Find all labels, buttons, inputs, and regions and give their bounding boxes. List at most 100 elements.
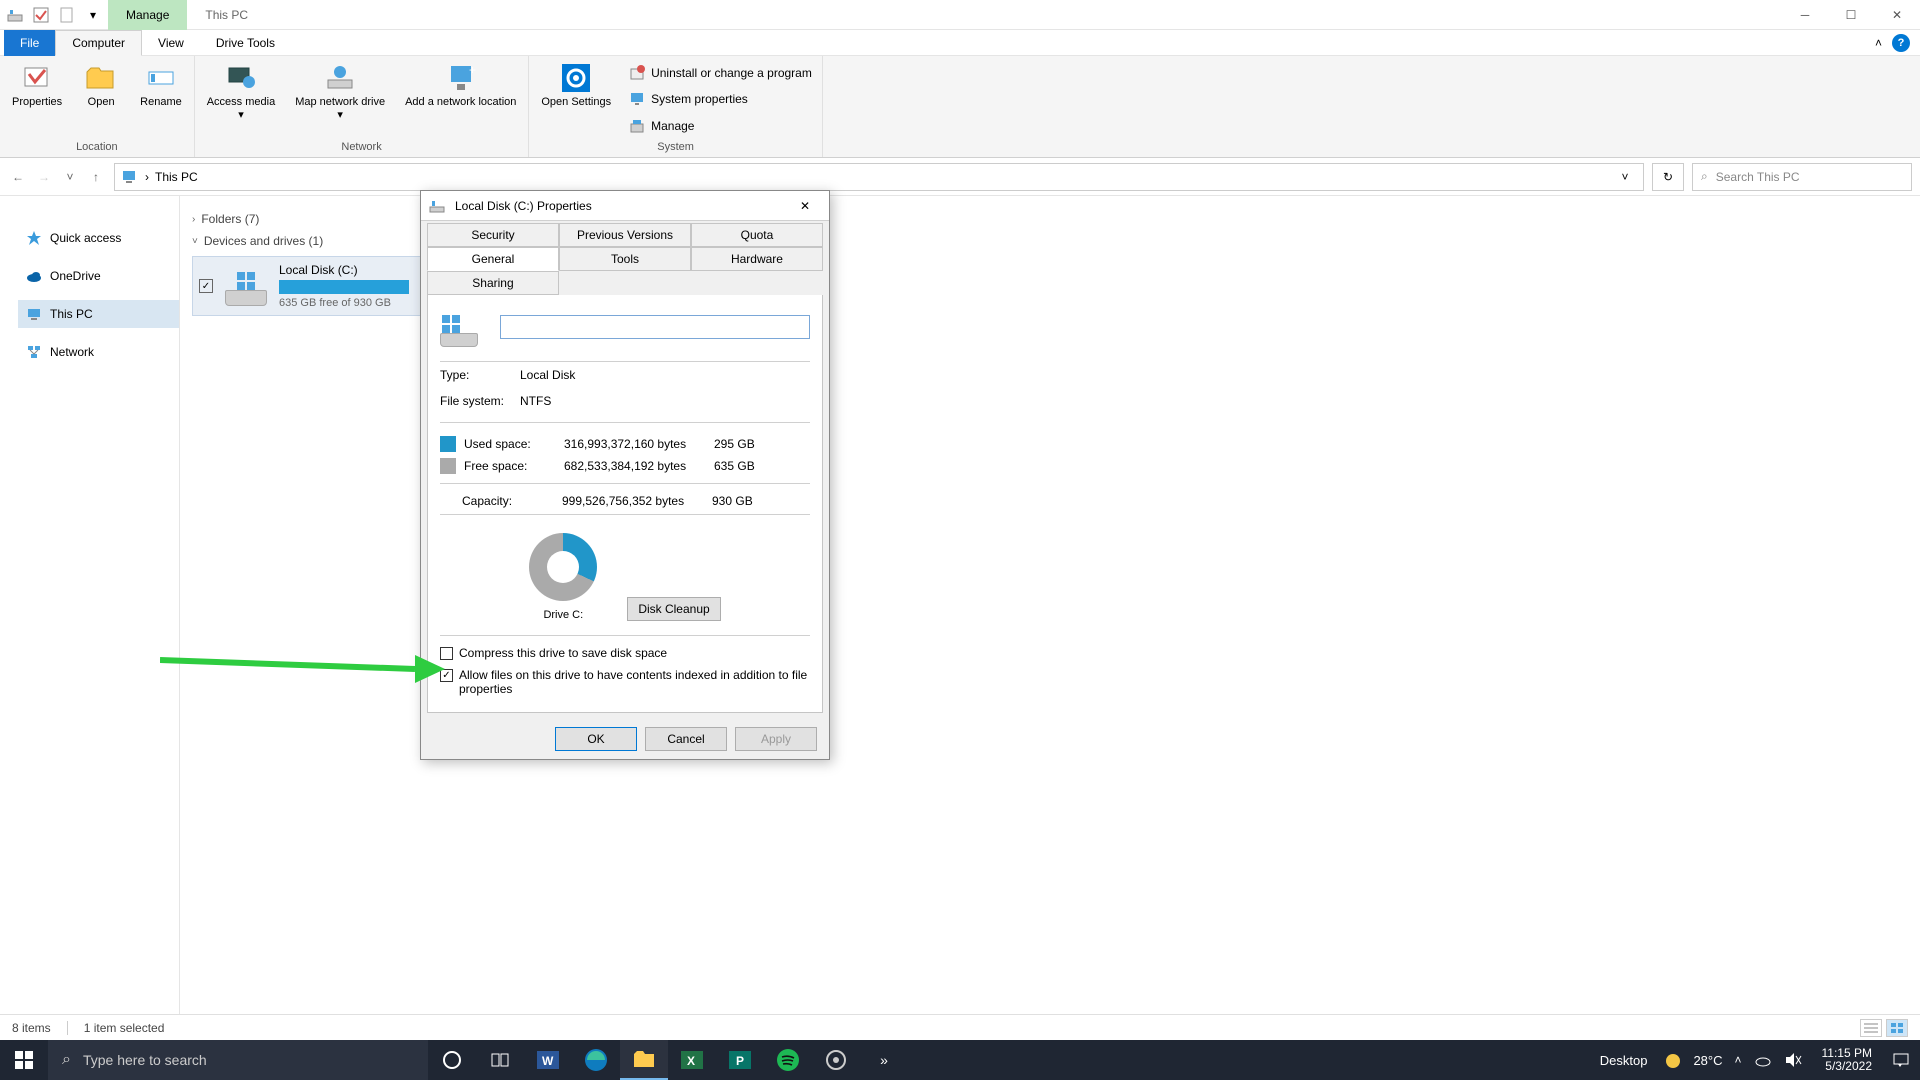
start-button[interactable] (0, 1040, 48, 1080)
forward-button[interactable]: → (34, 167, 54, 187)
properties-button[interactable]: Properties (6, 60, 68, 139)
weather-icon[interactable] (1659, 1049, 1681, 1071)
apply-button[interactable]: Apply (735, 727, 817, 751)
group-label: System (535, 139, 815, 157)
breadcrumb-item[interactable]: This PC (155, 170, 198, 184)
nav-network[interactable]: Network (18, 338, 179, 366)
back-button[interactable]: ← (8, 167, 28, 187)
drive-tools-tab[interactable]: Drive Tools (200, 30, 291, 56)
notifications-icon[interactable] (1892, 1051, 1910, 1069)
address-dropdown-icon[interactable]: ˅ (1613, 170, 1637, 184)
svg-text:P: P (736, 1054, 744, 1068)
up-button[interactable]: ↑ (86, 167, 106, 187)
map-drive-button[interactable]: Map network drive ▾ (289, 60, 391, 139)
manage-icon (629, 118, 645, 134)
overflow-icon[interactable]: » (860, 1040, 908, 1080)
rename-icon (145, 62, 177, 94)
used-gb: 295 GB (714, 437, 755, 451)
drive-checkbox[interactable]: ✓ (199, 279, 213, 293)
tray-chevron-icon[interactable]: ˄ (1735, 1053, 1742, 1067)
type-label: Type: (440, 368, 520, 382)
media-icon (225, 62, 257, 94)
open-button[interactable]: Open (76, 60, 126, 139)
tab-security[interactable]: Security (427, 223, 559, 247)
nav-quick-access[interactable]: Quick access (18, 224, 179, 252)
ribbon-tabs: File Computer View Drive Tools ˄ ? (0, 30, 1920, 56)
edge-app-icon[interactable] (572, 1040, 620, 1080)
document-icon[interactable] (58, 6, 76, 24)
qat-dropdown-icon[interactable]: ▾ (84, 6, 102, 24)
history-dropdown-icon[interactable]: ˅ (60, 167, 80, 187)
ok-button[interactable]: OK (555, 727, 637, 751)
checkbox-unchecked[interactable] (440, 647, 453, 660)
temperature[interactable]: 28°C (1693, 1053, 1722, 1068)
tab-general[interactable]: General (427, 247, 559, 271)
file-explorer-app-icon[interactable] (620, 1040, 668, 1080)
group-label: Network (201, 139, 523, 157)
icons-view-button[interactable] (1886, 1019, 1908, 1037)
open-settings-button[interactable]: Open Settings (535, 60, 617, 139)
collapse-ribbon-icon[interactable]: ˄ (1875, 36, 1882, 50)
uninstall-button[interactable]: Uninstall or change a program (625, 63, 816, 83)
free-swatch (440, 458, 456, 474)
address-bar[interactable]: › This PC ˅ (114, 163, 1644, 191)
refresh-button[interactable]: ↻ (1652, 163, 1684, 191)
chevron-right-icon: › (192, 214, 195, 225)
publisher-app-icon[interactable]: P (716, 1040, 764, 1080)
excel-app-icon[interactable]: X (668, 1040, 716, 1080)
tab-previous-versions[interactable]: Previous Versions (559, 223, 691, 247)
index-checkbox-row[interactable]: ✓ Allow files on this drive to have cont… (440, 664, 810, 700)
disk-cleanup-button[interactable]: Disk Cleanup (627, 597, 720, 621)
taskbar-search[interactable]: ⌕ Type here to search (48, 1040, 428, 1080)
drive-tile-c[interactable]: ✓ Local Disk (C:) 635 GB free of 930 GB (192, 256, 452, 316)
add-network-location-button[interactable]: + Add a network location (399, 60, 522, 139)
word-app-icon[interactable]: W (524, 1040, 572, 1080)
tab-sharing[interactable]: Sharing (427, 271, 559, 295)
drive-icon (440, 307, 480, 347)
tray-clock[interactable]: 11:15 PM 5/3/2022 (1814, 1047, 1880, 1073)
compress-label: Compress this drive to save disk space (459, 646, 667, 660)
checkbox-icon[interactable] (32, 6, 50, 24)
tab-hardware[interactable]: Hardware (691, 247, 823, 271)
fs-label: File system: (440, 394, 520, 408)
dialog-titlebar[interactable]: Local Disk (C:) Properties ✕ (421, 191, 829, 221)
system-properties-button[interactable]: System properties (625, 89, 816, 109)
help-icon[interactable]: ? (1892, 34, 1910, 52)
close-button[interactable]: ✕ (1874, 0, 1920, 30)
window-title: This PC (187, 0, 266, 30)
clock-date: 5/3/2022 (1822, 1060, 1872, 1073)
cortana-button[interactable] (428, 1040, 476, 1080)
settings-app-icon[interactable] (812, 1040, 860, 1080)
tab-quota[interactable]: Quota (691, 223, 823, 247)
computer-tab[interactable]: Computer (55, 30, 142, 56)
capacity-bytes: 999,526,756,352 bytes (562, 494, 712, 508)
search-input[interactable]: ⌕ Search This PC (1692, 163, 1912, 191)
dialog-tabs: Security Previous Versions Quota General… (421, 221, 829, 295)
onedrive-tray-icon[interactable] (1754, 1051, 1772, 1069)
main-area: Quick access OneDrive This PC Network › … (0, 196, 1920, 1014)
task-view-button[interactable] (476, 1040, 524, 1080)
maximize-button[interactable]: ☐ (1828, 0, 1874, 30)
details-view-button[interactable] (1860, 1019, 1882, 1037)
minimize-button[interactable]: ─ (1782, 0, 1828, 30)
breadcrumb-chevron-icon[interactable]: › (145, 170, 149, 184)
cancel-button[interactable]: Cancel (645, 727, 727, 751)
manage-button[interactable]: Manage (625, 116, 816, 136)
view-tab[interactable]: View (142, 30, 200, 56)
compress-checkbox-row[interactable]: Compress this drive to save disk space (440, 642, 810, 664)
desktop-label[interactable]: Desktop (1600, 1053, 1648, 1068)
manage-context-tab[interactable]: Manage (108, 0, 187, 30)
dialog-footer: OK Cancel Apply (421, 719, 829, 759)
tab-tools[interactable]: Tools (559, 247, 691, 271)
nav-onedrive[interactable]: OneDrive (18, 262, 179, 290)
rename-button[interactable]: Rename (134, 60, 188, 139)
drive-name-input[interactable] (500, 315, 810, 339)
nav-this-pc[interactable]: This PC (18, 300, 179, 328)
dialog-close-button[interactable]: ✕ (789, 194, 821, 218)
svg-text:+: + (469, 63, 476, 77)
checkbox-checked[interactable]: ✓ (440, 669, 453, 682)
volume-mute-icon[interactable] (1784, 1051, 1802, 1069)
spotify-app-icon[interactable] (764, 1040, 812, 1080)
file-tab[interactable]: File (4, 30, 55, 56)
access-media-button[interactable]: Access media ▾ (201, 60, 281, 139)
